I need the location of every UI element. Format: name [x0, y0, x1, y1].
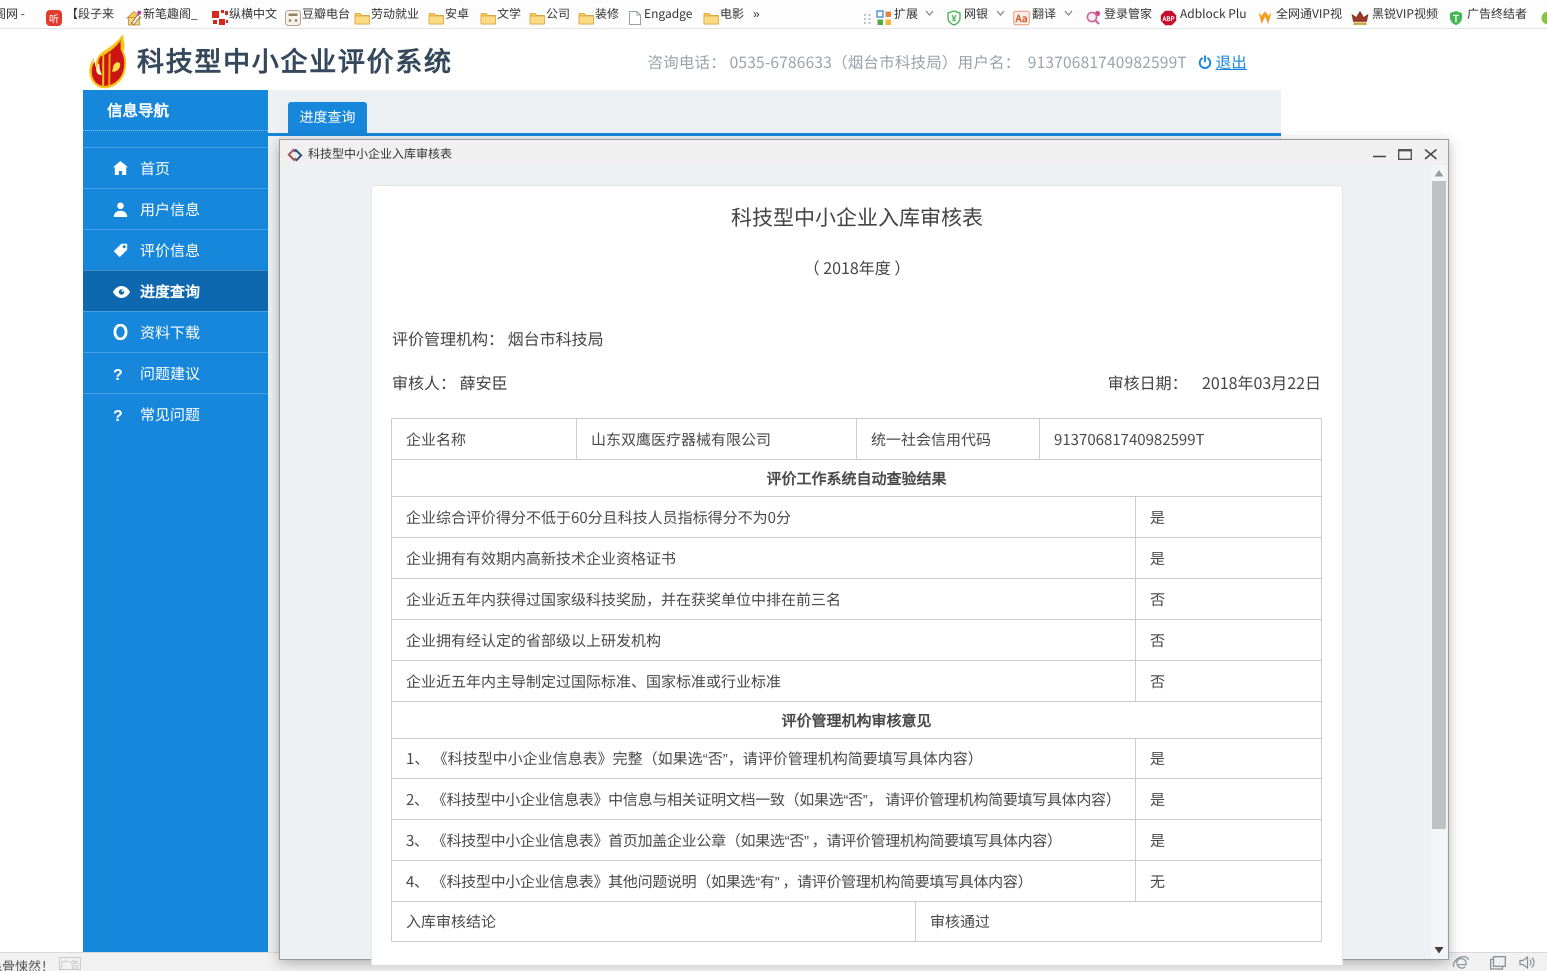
- svg-text:¥: ¥: [951, 12, 956, 25]
- svg-text:ABP: ABP: [1162, 14, 1175, 23]
- svg-text:T: T: [1453, 11, 1459, 25]
- svg-text:听: 听: [49, 11, 59, 26]
- svg-text:Aa: Aa: [1015, 10, 1028, 25]
